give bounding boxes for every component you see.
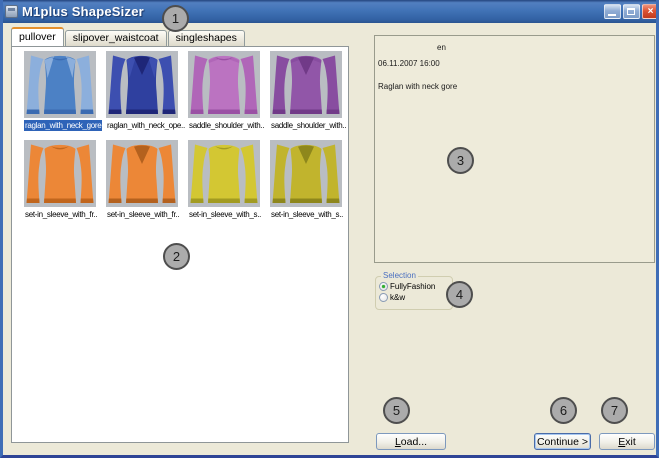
shape-thumbnail[interactable] (270, 140, 342, 207)
radio-option-FullyFashion[interactable]: FullyFashion (379, 282, 435, 291)
radio-icon[interactable] (379, 293, 388, 302)
thumbnail-label: saddle_shoulder_with.. (188, 120, 265, 131)
list-item[interactable]: set-in_sleeve_with_s.. (188, 140, 270, 220)
callout-3: 3 (447, 147, 474, 174)
title-bar: M1plus ShapeSizer × (0, 0, 659, 23)
radio-group: FullyFashion k&w (379, 282, 435, 304)
radio-option-k&w[interactable]: k&w (379, 293, 435, 302)
shape-list: raglan_with_neck_gore raglan_with_neck_op… (24, 51, 352, 220)
callout-2: 2 (163, 243, 190, 270)
list-item[interactable]: raglan_with_neck_gore (24, 51, 106, 131)
close-button[interactable]: × (642, 4, 659, 19)
list-item[interactable]: set-in_sleeve_with_fr.. (106, 140, 188, 220)
thumbnail-label: set-in_sleeve_with_fr.. (24, 209, 98, 220)
callout-4: 4 (446, 281, 473, 308)
maximize-icon (627, 8, 635, 15)
shape-thumbnail[interactable] (106, 51, 178, 118)
minimize-icon (608, 14, 616, 16)
shape-thumbnail[interactable] (24, 51, 96, 118)
info-panel: en 06.11.2007 16:00 Raglan with neck gor… (374, 35, 655, 263)
list-item[interactable]: set-in_sleeve_with_s.. (270, 140, 352, 220)
close-icon: × (648, 6, 654, 17)
thumbnail-label: set-in_sleeve_with_fr.. (106, 209, 180, 220)
callout-7: 7 (601, 397, 628, 424)
shape-thumbnail[interactable] (106, 140, 178, 207)
load-button[interactable]: Load... (376, 433, 446, 450)
selection-groupbox: Selection FullyFashionk&w (375, 276, 453, 310)
thumbnail-label: set-in_sleeve_with_s.. (188, 209, 262, 220)
shape-thumbnail[interactable] (24, 140, 96, 207)
continue-button[interactable]: Continue > (534, 433, 591, 450)
shapesizer-window: M1plus ShapeSizer × pulloverslipover_wai… (0, 0, 659, 458)
minimize-button[interactable] (604, 4, 621, 19)
list-item[interactable]: set-in_sleeve_with_fr.. (24, 140, 106, 220)
shape-thumbnail[interactable] (188, 51, 260, 118)
tab-slipover_waistcoat[interactable]: slipover_waistcoat (65, 30, 167, 46)
maximize-button[interactable] (623, 4, 640, 19)
info-language: en (437, 43, 446, 52)
info-date: 06.11.2007 16:00 (378, 59, 440, 68)
callout-6: 6 (550, 397, 577, 424)
radio-icon[interactable] (379, 282, 388, 291)
radio-label: FullyFashion (390, 282, 435, 291)
window-title: M1plus ShapeSizer (22, 4, 144, 19)
thumbnail-label: raglan_with_neck_gore (24, 120, 102, 131)
tab-pullover[interactable]: pullover (11, 27, 64, 46)
thumbnail-label: raglan_with_neck_ope.. (106, 120, 186, 131)
shape-thumbnail[interactable] (188, 140, 260, 207)
list-item[interactable]: saddle_shoulder_with.. (188, 51, 270, 131)
tab-singleshapes[interactable]: singleshapes (168, 30, 245, 46)
exit-button[interactable]: Exit (599, 433, 655, 450)
info-description: Raglan with neck gore (378, 82, 457, 91)
radio-label: k&w (390, 293, 405, 302)
thumbnail-label: set-in_sleeve_with_s.. (270, 209, 344, 220)
tab-strip: pulloverslipover_waistcoatsingleshapes (11, 28, 246, 46)
list-item[interactable]: raglan_with_neck_ope.. (106, 51, 188, 131)
thumbnail-label: saddle_shoulder_with.. (270, 120, 347, 131)
app-icon (5, 5, 18, 18)
selection-groupbox-title: Selection (381, 271, 418, 281)
callout-1: 1 (162, 5, 189, 32)
callout-5: 5 (383, 397, 410, 424)
shape-thumbnail[interactable] (270, 51, 342, 118)
list-item[interactable]: saddle_shoulder_with.. (270, 51, 352, 131)
